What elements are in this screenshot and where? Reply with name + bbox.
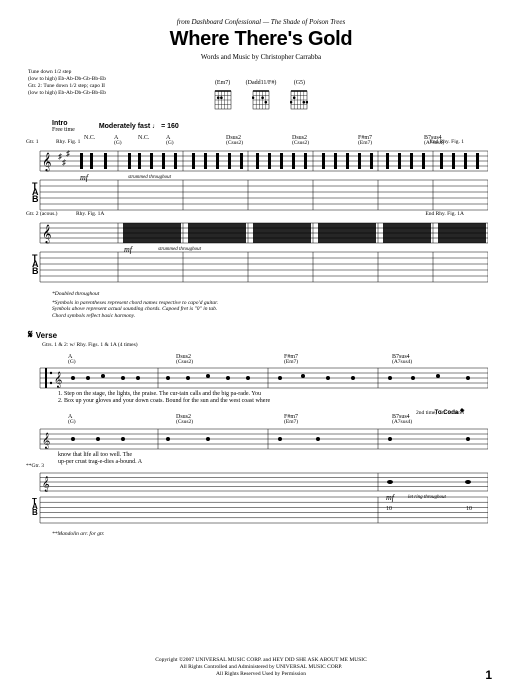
verse-instruction: Gtrs. 1 & 2: w/ Rhy. Figs. 1 & 1A (4 tim… (42, 342, 494, 349)
verse-staff-1: 𝄞 (28, 366, 494, 390)
song-title: Where There's Gold (28, 28, 494, 51)
tempo-marking: Moderately fast ♩ = 160 (99, 123, 179, 130)
chord-sub: (G) (68, 360, 176, 366)
verse-text: Verse (36, 331, 57, 340)
verse-section-label: 𝄋 Verse (28, 329, 494, 342)
album-name: The Shade of Poison Trees (271, 18, 345, 26)
svg-text:𝄞: 𝄞 (54, 372, 62, 388)
tab-label-icon: TAB (32, 183, 39, 202)
tab-label-icon: TAB (32, 255, 39, 274)
chord: N.C. (84, 135, 114, 141)
chord-name: (G5) (294, 80, 305, 86)
intro-label: Intro (52, 120, 75, 127)
end-rhy-fig-1a: End Rhy. Fig. 1A (425, 211, 464, 217)
chord-diagram-g5: (G5) (290, 80, 308, 110)
chord: N.C. (138, 135, 166, 141)
standard-notation-staff: 𝄞 (28, 471, 494, 493)
chord-sub: (Csus2) (176, 360, 284, 366)
chord-sub: (G) (114, 141, 138, 147)
staff-system-gtr3: **Gtr. 3 𝄞 mf let ring throughout TAB 10… (28, 471, 494, 525)
svg-text:𝄞: 𝄞 (42, 433, 50, 449)
lyric-line-2a: know that life all too well. The (58, 452, 494, 458)
footnote-line: Chord symbols reflect basic harmony. (52, 313, 494, 320)
free-time-label: Free time (52, 127, 75, 133)
chord-grid-icon (252, 88, 270, 110)
copyright-block: Copyright ©2007 UNIVERSAL MUSIC CORP. an… (0, 657, 522, 678)
standard-notation-staff: 𝄞 (28, 219, 494, 247)
verse-chord-row-1: A(G) Dsus2(Csus2) F#m7(Em7) B7sus4(A7sus… (68, 354, 494, 366)
chord-grid-icon (290, 88, 308, 110)
footnote-doubled: *Doubled throughout (52, 291, 494, 298)
chord-name: (Em7) (215, 80, 230, 86)
chord-sub: (A7sus4) (392, 420, 412, 426)
staff-system-gtr1: Gtr. 1 Rhy. Fig. 1 End Rhy. Fig. 1 𝄞 ♯♯♯… (28, 147, 494, 213)
credits-line: Words and Music by Christopher Carrabba (28, 53, 494, 61)
svg-text:𝄞: 𝄞 (42, 153, 51, 172)
svg-text:♯: ♯ (66, 149, 70, 158)
end-rhy-fig-1: End Rhy. Fig. 1 (429, 139, 464, 145)
chord-sub: (Csus2) (226, 141, 292, 147)
footnote-line: Symbols above represent actual sounding … (52, 306, 494, 313)
rhy-fig-1a-label: Rhy. Fig. 1A (76, 211, 104, 217)
chord-grid-icon (214, 88, 232, 110)
rhy-fig-1-label: Rhy. Fig. 1 (56, 139, 80, 145)
footnote-mandolin: **Mandolin arr. for gtr. (52, 531, 494, 538)
staff-system-gtr2: Gtr. 2 (acous.) Rhy. Fig. 1A End Rhy. Fi… (28, 219, 494, 285)
chord-sub: (A7sus4) (392, 360, 412, 366)
tab-staff: TAB 10 10 (28, 495, 494, 525)
footnote-symbols: *Symbols in parentheses represent chord … (52, 300, 494, 320)
tab-staff: TAB (28, 249, 494, 285)
to-coda-text: To Coda (435, 410, 459, 416)
chord-diagram-dadd11: (Dadd11/F#) (246, 80, 277, 110)
copyright-line-2: All Rights Controlled and Administered b… (0, 664, 522, 671)
gtr3-label: **Gtr. 3 (26, 463, 44, 469)
tab-staff: TAB (28, 177, 494, 213)
lyric-line-1b: 2. Box up your gloves and your down coat… (58, 398, 494, 404)
svg-text:𝄞: 𝄞 (42, 476, 50, 492)
verse-staff-2: 𝄞 (28, 427, 494, 451)
chord-sub: (Csus2) (176, 420, 284, 426)
standard-notation-staff: 𝄞 ♯♯♯ (28, 147, 494, 175)
chord-name: (Dadd11/F#) (246, 80, 277, 86)
to-coda-marker: To Coda 𝄌 (435, 407, 464, 420)
copyright-line-3: All Rights Reserved Used by Permission (0, 671, 522, 678)
source-prefix: from Dashboard Confessional (177, 18, 261, 26)
source-line: from Dashboard Confessional — The Shade … (28, 18, 494, 26)
lyric-line-1a: 1. Step on the stage, the lights, the pr… (58, 391, 494, 397)
tab-label-icon: TAB (32, 499, 38, 516)
svg-text:𝄞: 𝄞 (42, 225, 51, 244)
chord-sub: (Csus2) (292, 141, 358, 147)
gtr2-label: Gtr. 2 (acous.) (26, 211, 57, 217)
chord-sub: (Em7) (284, 360, 392, 366)
copyright-line-1: Copyright ©2007 UNIVERSAL MUSIC CORP. an… (0, 657, 522, 664)
tempo-row: Intro Free time Moderately fast ♩ = 160 (52, 120, 494, 133)
chord-diagram-em7: (Em7) (214, 80, 232, 110)
coda-icon: 𝄌 (460, 407, 464, 420)
lyric-line-2b: up-per crust trag-e-dies a-bound. A (58, 459, 494, 465)
chord-sub: (Em7) (358, 141, 424, 147)
segno-icon: 𝄋 (28, 329, 33, 342)
chord-sub: (G) (68, 420, 176, 426)
chord-sub: (G) (166, 141, 226, 147)
chord-sub: (Em7) (284, 420, 392, 426)
page-number: 1 (485, 668, 492, 682)
svg-text:10: 10 (386, 506, 392, 512)
gtr1-label: Gtr. 1 (26, 139, 39, 145)
svg-text:10: 10 (466, 506, 472, 512)
svg-text:♯: ♯ (62, 158, 66, 167)
